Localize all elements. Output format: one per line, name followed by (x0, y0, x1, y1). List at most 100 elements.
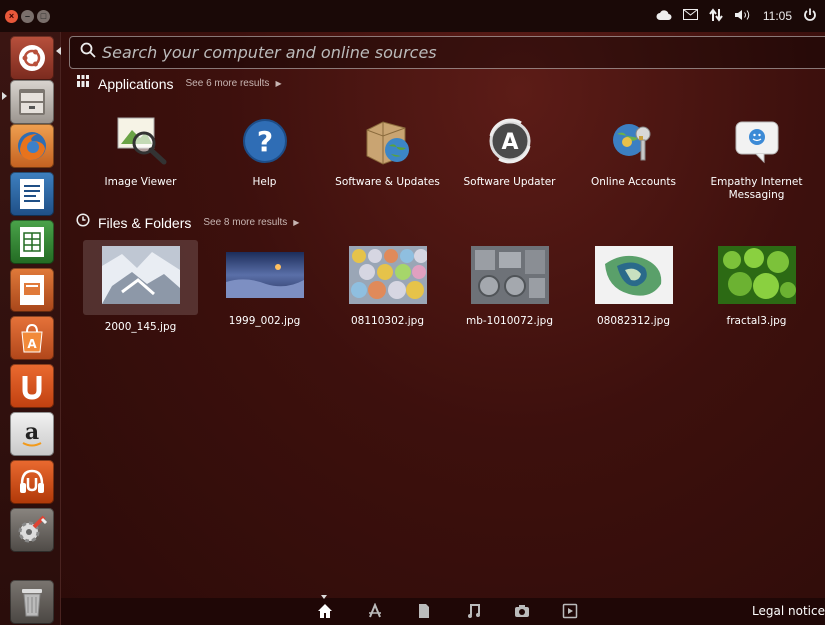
applications-header: Applications See 6 more results ▶ (76, 74, 282, 93)
image-thumbnail (225, 252, 304, 298)
power-icon[interactable] (803, 8, 817, 25)
app-tile-image-viewer[interactable]: Image Viewer (83, 112, 198, 189)
applications-more-link[interactable]: See 6 more results (186, 78, 270, 89)
firefox-icon (18, 132, 46, 160)
music-lens-icon[interactable] (466, 603, 482, 619)
search-box (69, 36, 825, 69)
writer-icon (20, 179, 44, 209)
top-panel: × – □ 11:05 (0, 0, 825, 32)
online-accounts-icon (605, 112, 663, 170)
empathy-icon (728, 112, 786, 170)
files-title: Files & Folders (98, 214, 192, 231)
files-more-link[interactable]: See 8 more results (203, 217, 287, 228)
app-label: Empathy Internet Messaging (710, 176, 803, 201)
launcher-firefox[interactable] (10, 124, 54, 168)
app-label: Online Accounts (590, 176, 677, 188)
app-label: Image Viewer (104, 176, 177, 188)
file-tile[interactable]: fractal3.jpg (699, 246, 814, 328)
cloud-icon[interactable] (656, 9, 672, 24)
volume-icon[interactable] (734, 9, 752, 24)
applications-lens-icon[interactable] (367, 602, 383, 619)
svg-text:a: a (25, 419, 39, 445)
dash: Applications See 6 more results ▶ Image … (61, 32, 825, 625)
active-lens-indicator (321, 595, 327, 599)
file-selection-highlight (83, 240, 198, 315)
help-icon: ? (236, 112, 294, 170)
app-label: Help (252, 176, 277, 188)
launcher-ubuntu-one-music[interactable] (10, 460, 54, 504)
calc-icon (20, 227, 44, 257)
ubuntu-one-icon (22, 376, 42, 400)
file-label: 2000_145.jpg (104, 321, 177, 333)
video-lens-icon[interactable] (562, 603, 578, 619)
launcher-libreoffice-calc[interactable] (10, 220, 54, 264)
search-icon (80, 42, 96, 63)
minimize-button[interactable]: – (21, 9, 34, 23)
expand-arrow-icon[interactable]: ▶ (293, 218, 299, 227)
app-tile-software-updater[interactable]: A Software Updater (452, 112, 567, 189)
clock-icon (76, 213, 90, 232)
clock[interactable]: 11:05 (763, 9, 792, 23)
app-label: Software & Updates (335, 176, 440, 188)
file-label: mb-1010072.jpg (465, 315, 554, 327)
ubuntu-one-music-icon (20, 469, 44, 493)
applications-title: Applications (98, 75, 174, 92)
launcher: A a (0, 32, 61, 625)
file-tile[interactable]: mb-1010072.jpg (452, 246, 567, 328)
lens-bar: Legal notice (61, 595, 825, 625)
trash-icon (22, 589, 42, 617)
settings-icon (18, 515, 48, 543)
launcher-software-center[interactable]: A (10, 316, 54, 360)
files-header: Files & Folders See 8 more results ▶ (76, 213, 299, 232)
network-icon[interactable] (709, 7, 723, 25)
files-lens-icon[interactable] (416, 603, 432, 619)
launcher-files[interactable] (10, 80, 54, 124)
launcher-libreoffice-writer[interactable] (10, 172, 54, 216)
file-tile[interactable]: 1999_002.jpg (207, 246, 322, 328)
file-cabinet-icon (19, 89, 45, 115)
mail-icon[interactable] (682, 9, 698, 23)
app-label: Software Updater (463, 176, 556, 188)
launcher-system-settings[interactable] (10, 508, 54, 552)
photos-lens-icon[interactable] (514, 603, 530, 619)
indicator-area: 11:05 (656, 0, 817, 32)
file-label: 08110302.jpg (350, 315, 425, 327)
app-tile-software-updates[interactable]: Software & Updates (330, 112, 445, 189)
svg-text:A: A (27, 337, 37, 351)
app-tile-empathy[interactable]: Empathy Internet Messaging (699, 112, 814, 202)
file-label: 08082312.jpg (596, 315, 671, 327)
image-viewer-icon (112, 112, 170, 170)
svg-text:?: ? (256, 125, 272, 158)
launcher-libreoffice-impress[interactable] (10, 268, 54, 312)
legal-notice-link[interactable]: Legal notice (752, 604, 825, 618)
image-thumbnail (101, 246, 180, 304)
applications-icon (76, 74, 90, 93)
file-tile[interactable]: 08082312.jpg (576, 246, 691, 328)
app-tile-online-accounts[interactable]: Online Accounts (576, 112, 691, 189)
home-lens-icon[interactable] (317, 603, 333, 619)
svg-text:A: A (501, 130, 518, 155)
ubuntu-logo-icon (19, 45, 45, 71)
image-thumbnail (470, 246, 549, 304)
software-center-icon: A (21, 323, 43, 353)
launcher-dash-home[interactable] (10, 36, 54, 80)
image-thumbnail (348, 246, 428, 304)
amazon-icon: a (22, 419, 42, 447)
image-thumbnail (594, 246, 673, 304)
maximize-button[interactable]: □ (37, 9, 50, 23)
app-tile-help[interactable]: ? Help (207, 112, 322, 189)
launcher-trash[interactable] (10, 580, 54, 624)
impress-icon (20, 275, 44, 305)
launcher-amazon[interactable]: a (10, 412, 54, 456)
launcher-ubuntu-one[interactable] (10, 364, 54, 408)
window-controls: × – □ (5, 9, 50, 23)
image-thumbnail (717, 246, 796, 304)
software-updates-icon (359, 112, 417, 170)
file-label: 1999_002.jpg (228, 315, 301, 327)
file-tile[interactable]: 2000_145.jpg (83, 240, 198, 334)
close-button[interactable]: × (5, 9, 18, 23)
software-updater-icon: A (481, 112, 539, 170)
expand-arrow-icon[interactable]: ▶ (275, 79, 281, 88)
file-tile[interactable]: 08110302.jpg (330, 246, 445, 328)
search-input[interactable] (96, 42, 804, 63)
